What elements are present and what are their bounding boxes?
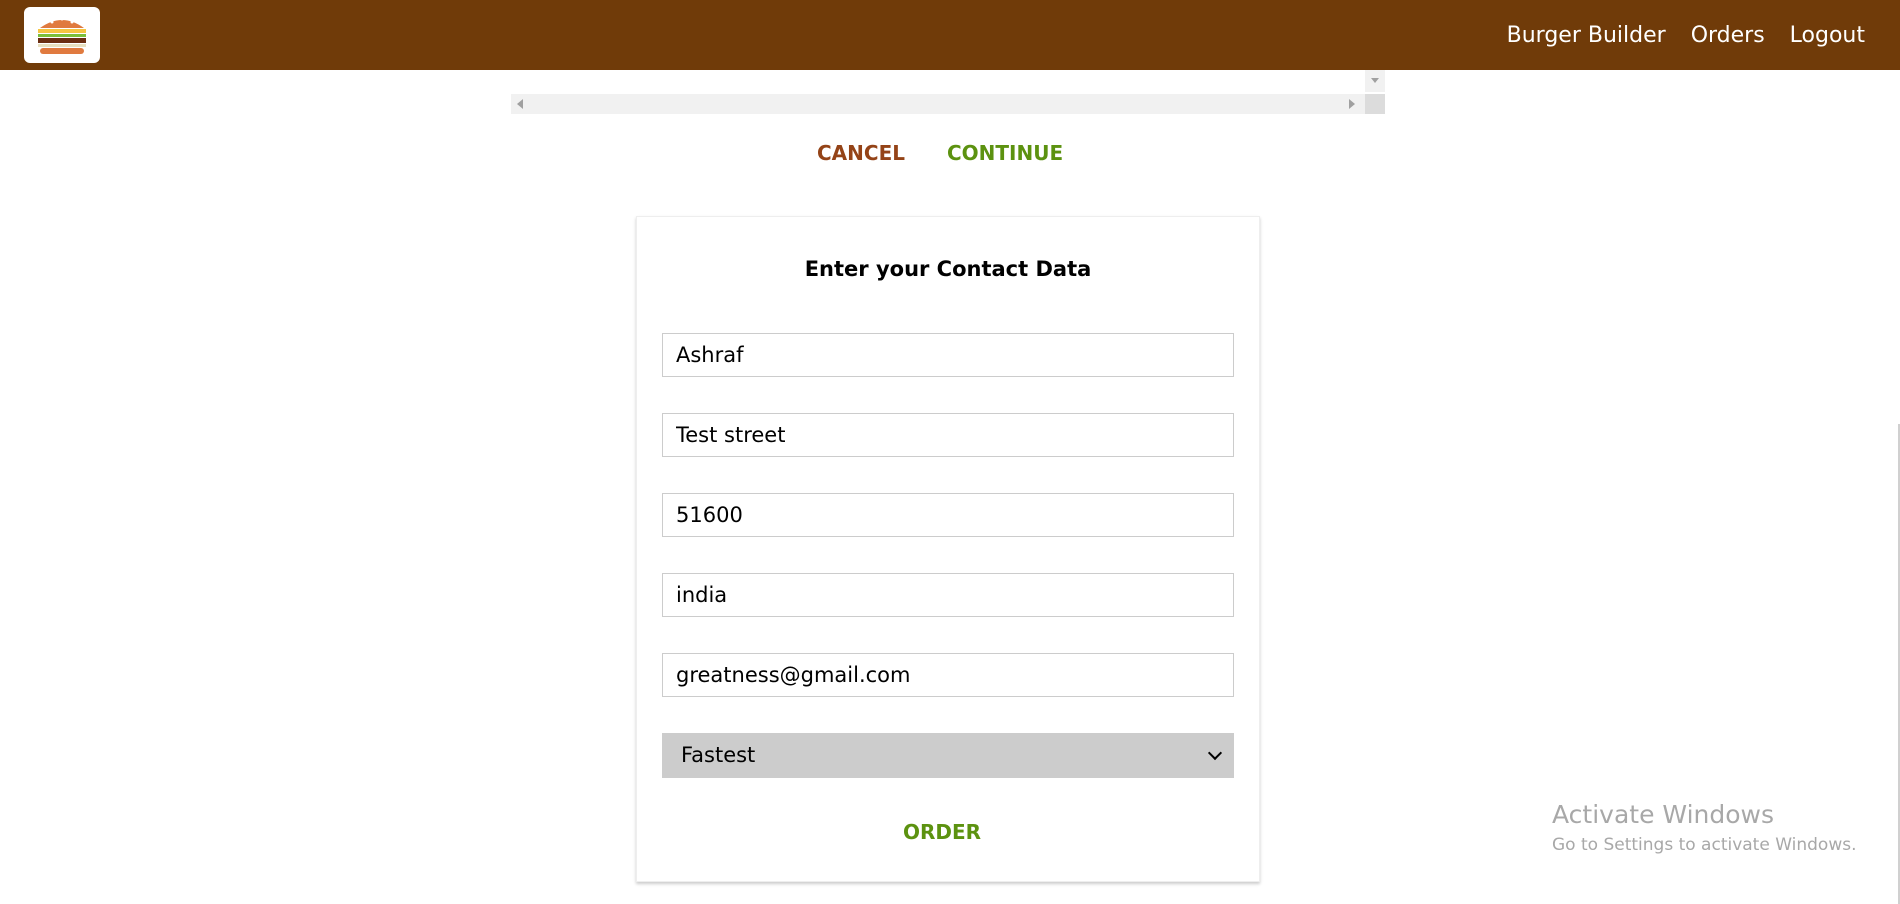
- scroll-left-icon[interactable]: [517, 99, 523, 109]
- scroll-down-icon: [1371, 78, 1379, 83]
- country-input[interactable]: [662, 573, 1234, 617]
- order-button[interactable]: ORDER: [903, 820, 981, 844]
- watermark-subtitle: Go to Settings to activate Windows.: [1552, 835, 1857, 855]
- nav-orders[interactable]: Orders: [1691, 23, 1765, 48]
- postal-code-input[interactable]: [662, 493, 1234, 537]
- scroll-right-icon[interactable]: [1349, 99, 1355, 109]
- watermark-title: Activate Windows: [1552, 800, 1774, 829]
- cancel-button[interactable]: CANCEL: [817, 141, 905, 165]
- continue-button[interactable]: CONTINUE: [947, 141, 1063, 165]
- main-nav: Burger Builder Orders Logout: [1507, 0, 1900, 70]
- delivery-method-select[interactable]: Fastest: [662, 733, 1234, 778]
- logo[interactable]: [24, 7, 100, 63]
- nav-logout[interactable]: Logout: [1790, 23, 1865, 48]
- horizontal-scrollbar[interactable]: [511, 94, 1385, 114]
- contact-form-title: Enter your Contact Data: [804, 257, 1092, 281]
- email-input[interactable]: [662, 653, 1234, 697]
- contact-data-card: Enter your Contact Data Fastest ORDER: [636, 216, 1260, 882]
- burger-preview: [511, 70, 1385, 114]
- delivery-method-value: Fastest: [681, 743, 756, 767]
- scrollbar-corner: [1365, 94, 1385, 114]
- name-input[interactable]: [662, 333, 1234, 377]
- street-input[interactable]: [662, 413, 1234, 457]
- nav-burger-builder[interactable]: Burger Builder: [1507, 23, 1666, 48]
- toolbar: Burger Builder Orders Logout: [0, 0, 1900, 70]
- chevron-down-icon: [1207, 745, 1223, 761]
- vertical-scrollbar[interactable]: [1365, 70, 1385, 92]
- activate-windows-watermark: Activate Windows Go to Settings to activ…: [1552, 800, 1857, 855]
- burger-logo-icon: [38, 17, 86, 54]
